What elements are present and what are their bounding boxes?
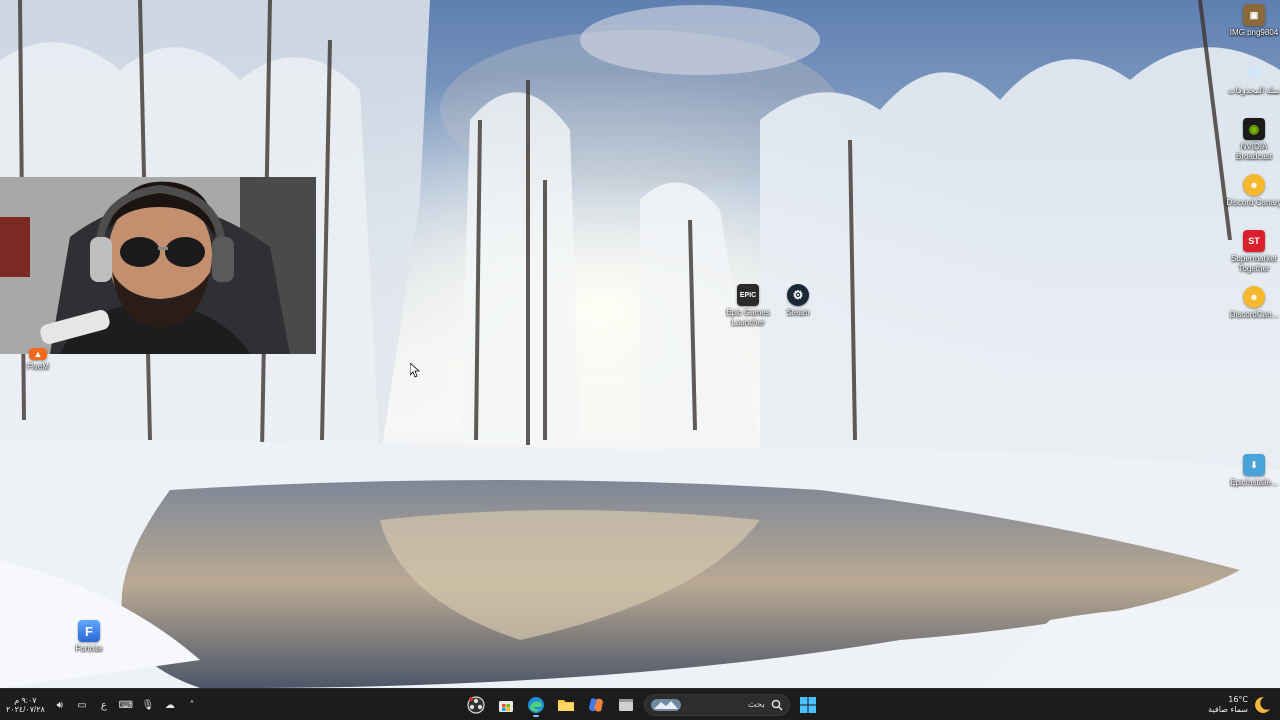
microsoft-store-icon[interactable] bbox=[494, 693, 518, 717]
input-language[interactable]: ع bbox=[97, 698, 111, 712]
installer-icon: ⬇ bbox=[1243, 454, 1265, 476]
taskbar-search-box[interactable]: بحث bbox=[644, 694, 790, 716]
icon-label: Fortnite bbox=[75, 644, 103, 653]
webcam-overlay bbox=[0, 177, 316, 354]
clock-date: ٢٠٢٤/٠٧/٢٨ bbox=[6, 705, 45, 714]
icon-label: DiscordCan... bbox=[1229, 310, 1279, 319]
taskbar-apps: بحث bbox=[464, 689, 820, 720]
image-file-icon: ▣ bbox=[1243, 4, 1265, 26]
system-tray: ٩:٠٧ م ٢٠٢٤/٠٧/٢٨ 🔊︎ ▭ ع ⌨ 🎙︎ ☁ ˄ bbox=[6, 689, 199, 720]
clock[interactable]: ٩:٠٧ م ٢٠٢٤/٠٧/٢٨ bbox=[6, 696, 45, 714]
streamer-image bbox=[0, 177, 316, 354]
search-placeholder: بحث bbox=[747, 700, 765, 710]
window-icon[interactable] bbox=[614, 693, 638, 717]
weather-temperature: 16°C bbox=[1228, 695, 1248, 704]
copilot-icon[interactable] bbox=[584, 693, 608, 717]
start-windows-icon[interactable] bbox=[796, 693, 820, 717]
network-icon[interactable]: ▭ bbox=[75, 698, 89, 712]
discord-canary-icon: ☻ bbox=[1243, 174, 1265, 196]
obs-icon[interactable] bbox=[464, 693, 488, 717]
volume-icon[interactable]: 🔊︎ bbox=[53, 698, 67, 712]
weather-moon-icon bbox=[1255, 696, 1270, 713]
discord-icon: ☻ bbox=[1243, 286, 1265, 308]
desktop-icon-discord-canary-2[interactable]: ☻ DiscordCan... bbox=[1226, 286, 1280, 320]
fortnite-icon: F bbox=[78, 620, 100, 642]
desktop-icon-image-file[interactable]: ▣ IMG.png9804 bbox=[1226, 4, 1280, 38]
onedrive-icon[interactable]: ☁ bbox=[163, 698, 177, 712]
weather-description: سماء صافية bbox=[1208, 705, 1248, 714]
desktop-icon-epic-installer[interactable]: ⬇ EpicInstalle... bbox=[1226, 454, 1280, 488]
epic-games-icon: EPIC bbox=[737, 284, 759, 306]
recycle-bin-icon: ♻ bbox=[1246, 65, 1262, 82]
icon-label: سلة المحذوفات bbox=[1227, 86, 1280, 95]
search-icon bbox=[771, 699, 783, 711]
desktop-icon-nvidia-broadcast[interactable]: ◉ NVIDIA Broadcast bbox=[1226, 118, 1280, 162]
weather-widget[interactable]: 16°C سماء صافية bbox=[1208, 689, 1272, 720]
nvidia-icon: ◉ bbox=[1243, 118, 1265, 140]
icon-label: IMG.png9804 bbox=[1229, 28, 1279, 37]
fivem-icon: ▲ bbox=[29, 348, 47, 360]
file-explorer-icon[interactable] bbox=[554, 693, 578, 717]
desktop-icon-recycle-bin[interactable]: ♻ سلة المحذوفات bbox=[1226, 62, 1280, 96]
keyboard-icon[interactable]: ⌨ bbox=[119, 698, 133, 712]
taskbar: ٩:٠٧ م ٢٠٢٤/٠٧/٢٨ 🔊︎ ▭ ع ⌨ 🎙︎ ☁ ˄ بحث 16… bbox=[0, 688, 1280, 720]
show-hidden-icons-chevron-icon[interactable]: ˄ bbox=[185, 698, 199, 712]
clock-time: ٩:٠٧ م bbox=[14, 696, 37, 705]
desktop-icon-supermarket-together[interactable]: ST Supermarket Together bbox=[1226, 230, 1280, 274]
edge-icon[interactable] bbox=[524, 693, 548, 717]
desktop-icon-steam[interactable]: ⚙ Steam bbox=[770, 284, 826, 318]
mouse-cursor-icon bbox=[410, 363, 420, 378]
desktop-icon-fortnite[interactable]: F Fortnite bbox=[61, 620, 117, 654]
icon-label: Supermarket Together bbox=[1231, 254, 1277, 273]
microphone-icon[interactable]: 🎙︎ bbox=[141, 698, 155, 712]
icon-label: Discord Canary bbox=[1226, 198, 1280, 207]
icon-label: EpicInstalle... bbox=[1230, 478, 1278, 487]
icon-label: NVIDIA Broadcast bbox=[1235, 142, 1273, 161]
desktop-icon-epic-games-launcher[interactable]: EPIC Epic Games Launcher bbox=[720, 284, 776, 328]
search-highlight-icon bbox=[651, 699, 681, 711]
steam-icon: ⚙ bbox=[787, 284, 809, 306]
icon-label: FiveM bbox=[27, 362, 49, 371]
desktop-icon-fivem[interactable]: ▲ FiveM bbox=[10, 348, 66, 372]
desktop-icon-discord-canary[interactable]: ☻ Discord Canary bbox=[1226, 174, 1280, 208]
supermarket-icon: ST bbox=[1243, 230, 1265, 252]
icon-label: Steam bbox=[786, 308, 810, 317]
icon-label: Epic Games Launcher bbox=[726, 308, 770, 327]
